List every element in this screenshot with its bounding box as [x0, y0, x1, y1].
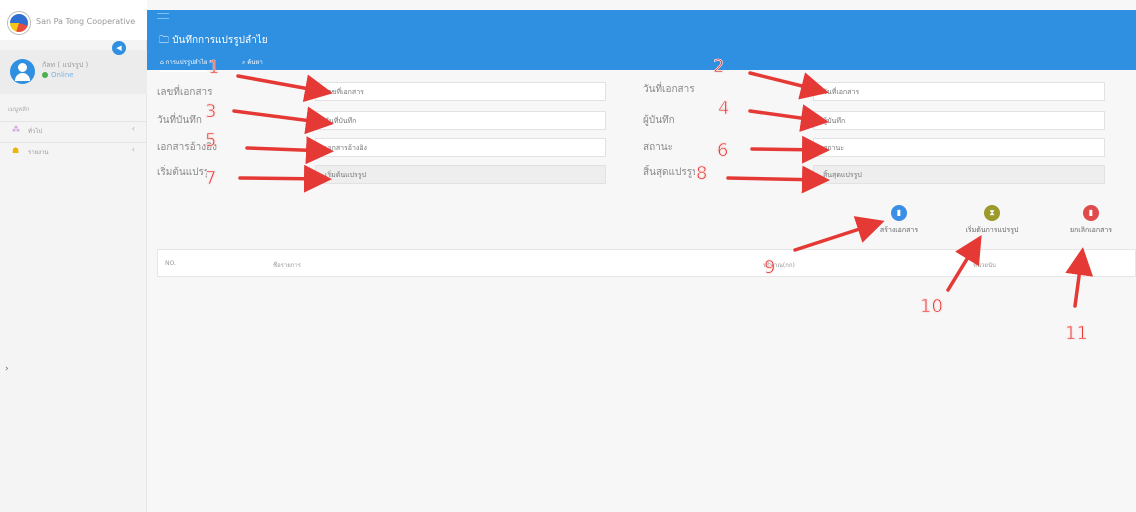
annotation-number-8: 8	[696, 163, 708, 185]
annotation-number-2: 2	[713, 56, 725, 78]
annotation-arrow-3	[232, 106, 334, 135]
annotation-arrows	[232, 71, 1094, 308]
annotation-arrow-5	[245, 136, 334, 165]
annotation-arrow-9	[793, 216, 885, 252]
annotation-number-6: 6	[717, 140, 729, 162]
annotation-arrow-11	[1065, 247, 1094, 308]
annotation-arrow-2	[748, 71, 829, 100]
annotation-number-10: 10	[920, 296, 944, 318]
annotation-number-11: 11	[1065, 323, 1089, 345]
annotation-arrow-6	[750, 135, 830, 164]
annotation-number-1: 1	[208, 57, 220, 79]
annotation-number-3: 3	[205, 101, 217, 123]
annotation-arrow-10	[946, 235, 982, 292]
annotation-number-9: 9	[764, 257, 776, 279]
annotation-number-5: 5	[205, 130, 217, 152]
annotation-number-7: 7	[205, 168, 217, 190]
annotation-arrow-4	[748, 104, 829, 132]
annotation-arrow-8	[726, 165, 830, 194]
annotation-arrow-7	[238, 164, 332, 193]
annotation-arrow-1	[236, 74, 333, 103]
annotation-number-4: 4	[718, 98, 730, 120]
